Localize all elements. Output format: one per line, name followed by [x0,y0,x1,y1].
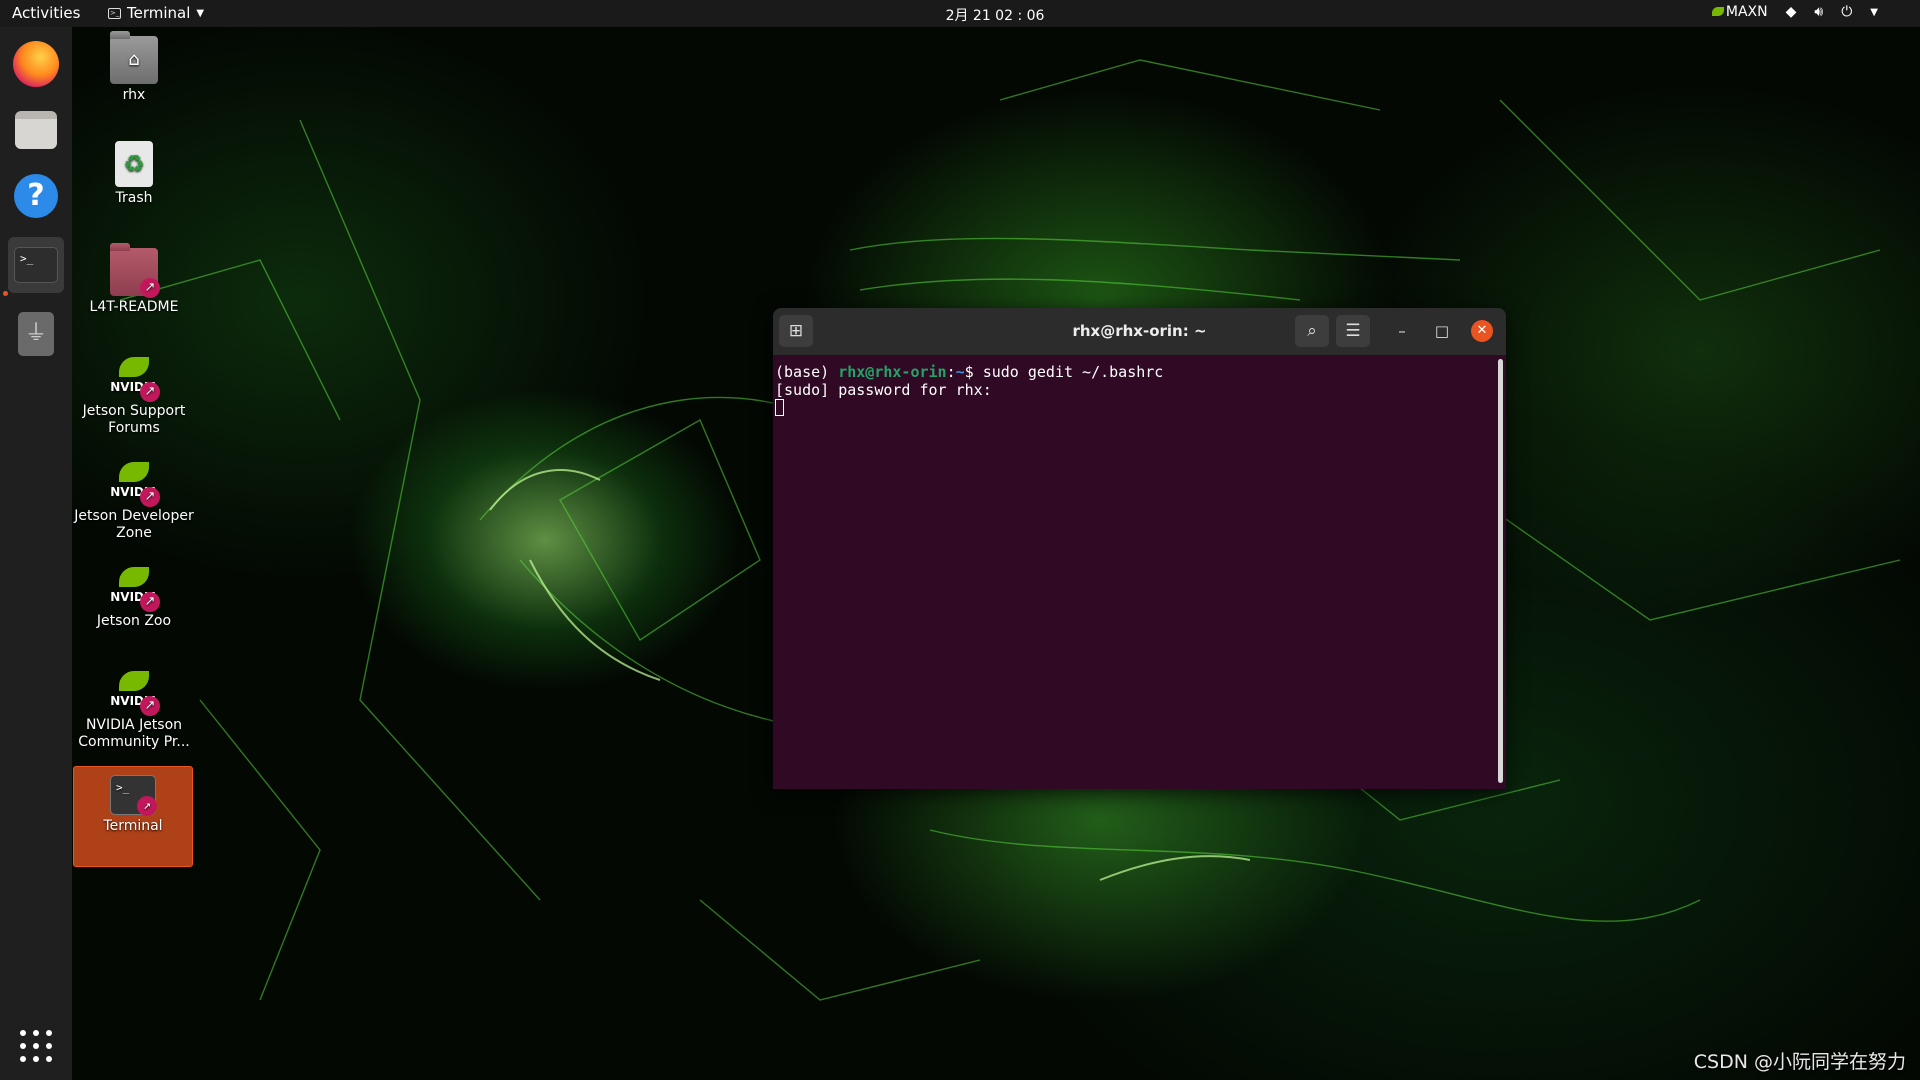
maximize-icon: □ [1434,322,1450,340]
watermark: CSDN @小阮同学在努力 [1693,1051,1906,1073]
dock-usb[interactable]: ⏚ [8,306,64,362]
show-applications-button[interactable] [20,1030,52,1062]
chevron-down-icon[interactable]: ▼ [1870,7,1878,18]
desktop-icon-jetson-zoo[interactable]: NVIDIA ↗ Jetson Zoo [74,562,194,630]
nvidia-logo-icon: NVIDIA ↗ [110,562,160,612]
search-button[interactable]: ⌕ [1295,315,1329,347]
command-line: (base) rhx@rhx-orin:~$ sudo gedit ~/.bas… [775,363,1506,381]
desktop-icon-label: Jetson Zoo [96,613,172,629]
close-icon: ✕ [1476,323,1488,338]
desktop-icon-home[interactable]: ⌂ rhx [74,31,194,104]
system-tray[interactable]: MAXN ◆ 🔊︎ ⏻ ▼ [1711,4,1878,20]
link-arrow-icon: ↗ [140,382,160,402]
prompt-user: rhx@rhx-orin [838,363,947,381]
desktop-icon-label: rhx [122,87,146,103]
clock[interactable]: 2月 21 02 : 06 [0,5,1920,25]
link-arrow-icon: ↗ [140,696,160,716]
maximize-button[interactable]: □ [1431,320,1453,342]
prompt-path: ~ [955,363,965,381]
prompt-sep: : [946,363,956,381]
link-arrow-icon: ↗ [140,278,160,298]
input-line[interactable] [775,399,1506,417]
nvidia-logo-icon: NVIDIA ↗ [110,457,160,507]
desktop-icon-jetson-community[interactable]: NVIDIA ↗ NVIDIA Jetson Community Pr... [74,666,194,751]
usb-icon: ⏚ [18,312,54,356]
dock-terminal[interactable]: >_ [8,237,64,293]
scrollbar[interactable] [1498,359,1503,783]
menu-button[interactable]: ☰ [1336,315,1370,347]
files-icon [15,111,57,149]
desktop-icon-label: Jetson Developer Zone [74,508,194,541]
dock-firefox[interactable] [8,36,64,92]
desktop-icon-jetson-forums[interactable]: NVIDIA ↗ Jetson Support Forums [74,352,194,437]
terminal-output[interactable]: (base) rhx@rhx-orin:~$ sudo gedit ~/.bas… [773,355,1506,789]
minimize-icon: – [1398,322,1406,340]
hamburger-menu-icon: ☰ [1345,321,1361,341]
title-bar[interactable]: ⊞ rhx@rhx-orin: ~ ⌕ ☰ – □ ✕ [773,308,1506,355]
desktop-icon-label: NVIDIA Jetson Community Pr... [78,717,190,750]
terminal-window[interactable]: ⊞ rhx@rhx-orin: ~ ⌕ ☰ – □ ✕ (base) rhx@r… [773,308,1506,789]
close-button[interactable]: ✕ [1471,320,1493,342]
link-arrow-icon: ↗ [137,796,157,816]
desktop-icon-terminal[interactable]: >_ ↗ Terminal [73,766,193,867]
minimize-button[interactable]: – [1391,320,1413,342]
nvidia-logo-icon: NVIDIA ↗ [110,352,160,402]
desktop-icon-jetson-devzone[interactable]: NVIDIA ↗ Jetson Developer Zone [74,457,194,542]
desktop-icon-l4t-readme[interactable]: ↗ L4T-README [74,243,194,316]
dock-files[interactable] [8,102,64,158]
desktop-icon-label: Terminal [103,818,163,834]
link-arrow-icon: ↗ [140,592,160,612]
dock-help[interactable]: ? [8,168,64,224]
power-mode-indicator[interactable]: MAXN [1711,4,1768,20]
home-folder-icon: ⌂ [110,31,158,84]
desktop-icon-label: Jetson Support Forums [82,403,186,436]
desktop-icon-label: Trash [115,190,153,206]
help-icon: ? [14,174,58,218]
link-arrow-icon: ↗ [140,487,160,507]
command-text: sudo gedit ~/.bashrc [982,363,1164,381]
folder-icon: ↗ [110,243,160,298]
terminal-icon: >_ [14,247,58,283]
terminal-icon: >_ ↗ [110,775,157,816]
search-icon: ⌕ [1307,321,1317,341]
top-bar: Activities >_ Terminal ▼ 2月 21 02 : 06 M… [0,0,1920,27]
trash-icon: ♻ [115,141,153,187]
volume-icon[interactable]: 🔊︎ [1814,4,1823,20]
firefox-icon [13,41,59,87]
prompt-env: (base) [775,363,839,381]
wifi-icon[interactable]: ◆ [1786,4,1797,20]
power-mode-label: MAXN [1725,4,1768,20]
desktop-icon-label: L4T-README [89,299,179,315]
nvidia-logo-icon: NVIDIA ↗ [110,666,160,716]
power-icon[interactable]: ⏻ [1841,4,1852,20]
desktop-icon-trash[interactable]: ♻ Trash [74,141,194,207]
text-cursor [775,399,784,416]
sudo-prompt-line: [sudo] password for rhx: [775,381,1001,399]
running-indicator [3,291,8,296]
prompt-end: $ [964,363,983,381]
dock: ? >_ ⏚ [0,27,72,1080]
nvidia-icon [1711,7,1724,16]
